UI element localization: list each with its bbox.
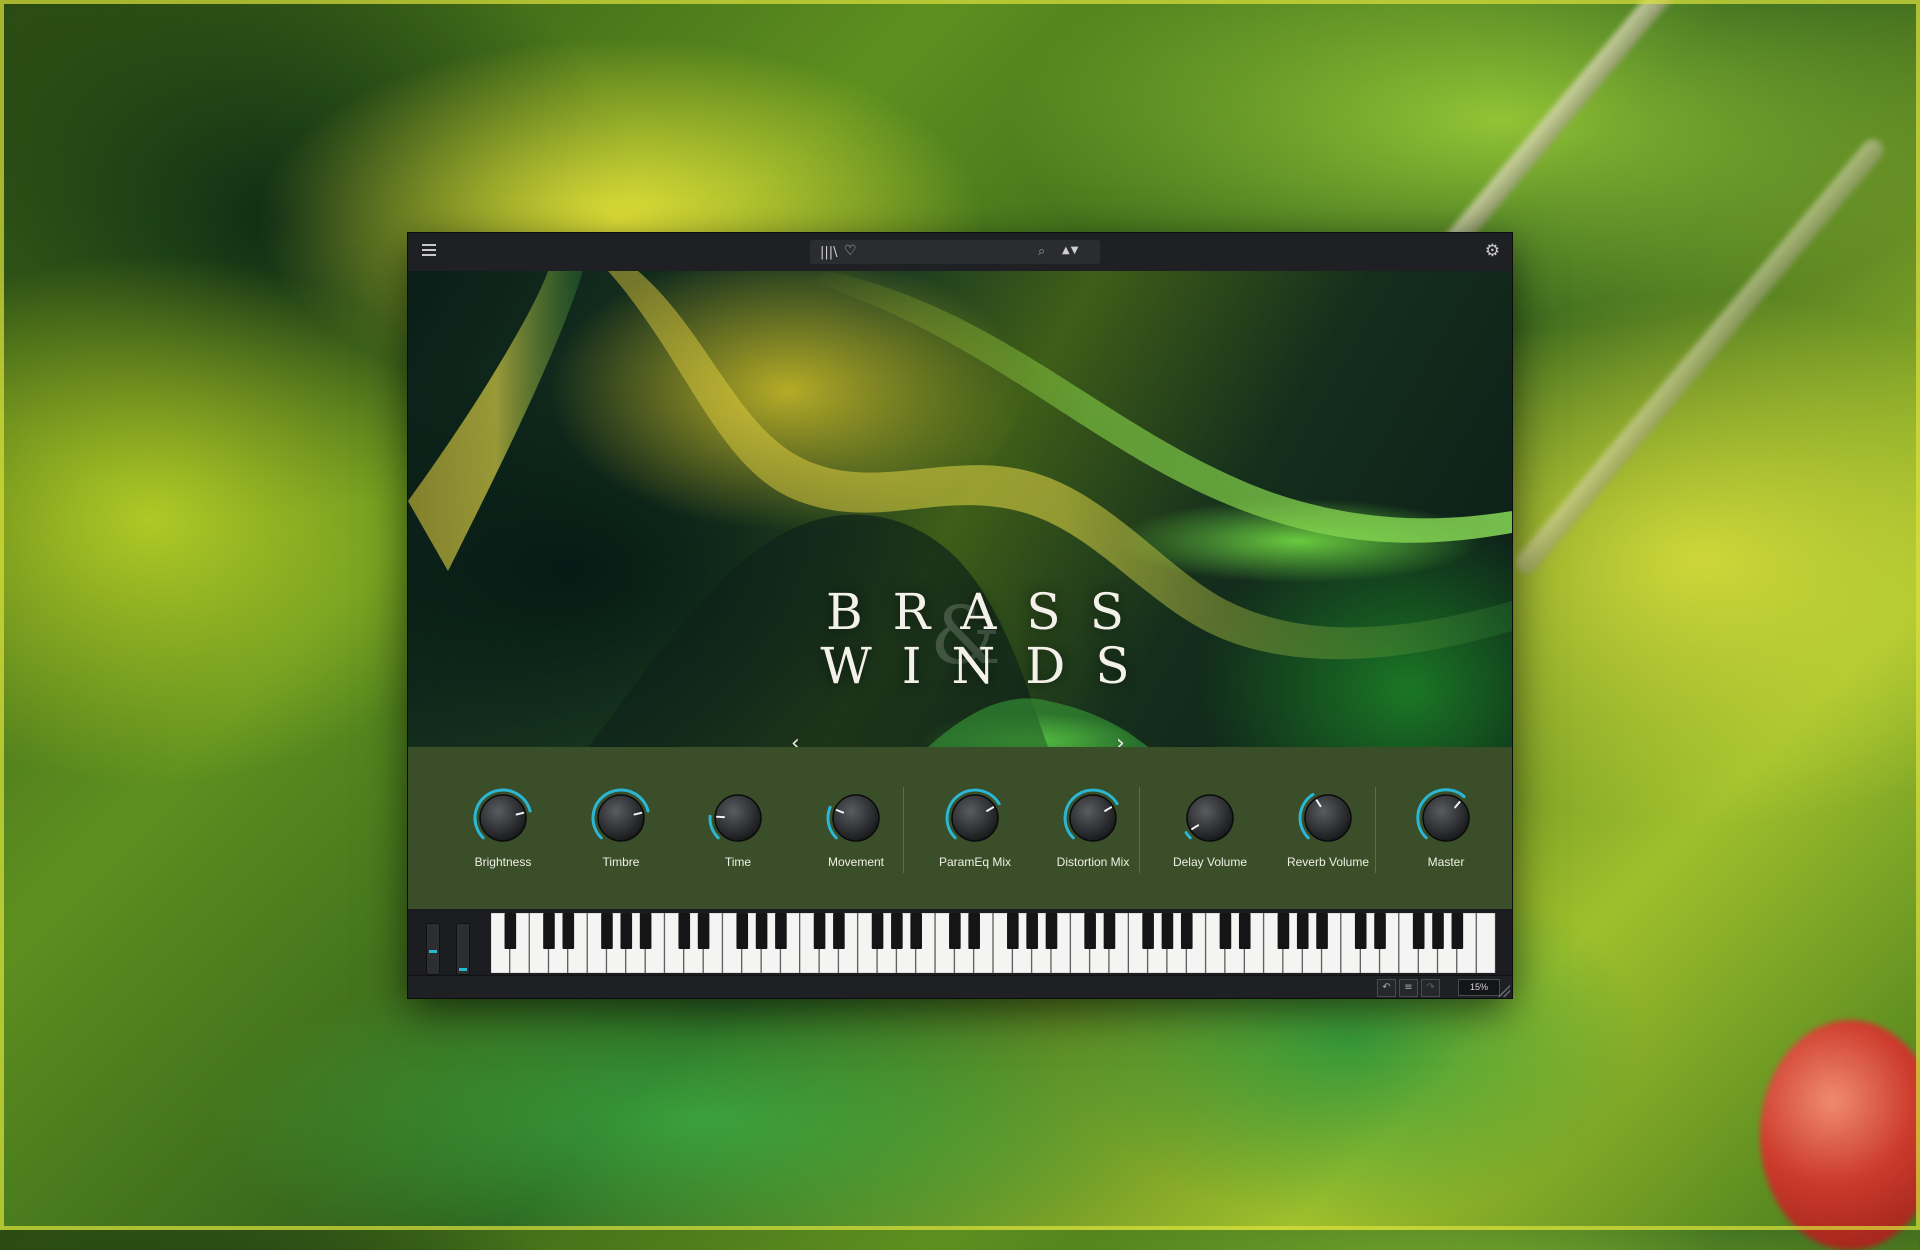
instrument-artwork: & BRASS WINDS ‹ ›	[408, 271, 1512, 747]
black-key[interactable]	[698, 913, 710, 949]
library-icon[interactable]: |||\	[820, 245, 838, 260]
preset-name[interactable]	[866, 245, 1026, 259]
black-key[interactable]	[872, 913, 884, 949]
preset-browser-bar[interactable]: |||\ ♡ ⌕ ▲▼	[810, 240, 1100, 264]
knob-dial[interactable]	[1062, 787, 1124, 849]
black-key[interactable]	[1084, 913, 1096, 949]
knob-label: Timbre	[566, 855, 676, 869]
history-list-icon[interactable]: ≡	[1399, 979, 1418, 997]
title-line-winds: WINDS	[408, 637, 1512, 695]
black-key[interactable]	[640, 913, 652, 949]
status-bar: ↶ ≡ ↷ 15%	[408, 975, 1512, 998]
black-key[interactable]	[1104, 913, 1116, 949]
knob-time[interactable]: Time	[683, 787, 793, 869]
knob-dial[interactable]	[944, 787, 1006, 849]
background-strawberry	[1760, 1020, 1920, 1250]
knob-brightness[interactable]: Brightness	[448, 787, 558, 869]
instrument-title: & BRASS WINDS	[408, 271, 1512, 747]
black-key[interactable]	[1316, 913, 1328, 949]
knob-label: ParamEq Mix	[920, 855, 1030, 869]
black-key[interactable]	[543, 913, 555, 949]
knob-label: Reverb Volume	[1273, 855, 1383, 869]
black-key[interactable]	[1452, 913, 1464, 949]
title-line-brass: BRASS	[408, 583, 1512, 641]
black-key[interactable]	[1413, 913, 1425, 949]
black-key[interactable]	[891, 913, 903, 949]
cpu-meter: 15%	[1458, 979, 1500, 996]
background-straw	[1512, 135, 1889, 578]
mod-wheel[interactable]	[456, 923, 470, 975]
knob-movement[interactable]: Movement	[801, 787, 911, 869]
black-key[interactable]	[1162, 913, 1174, 949]
black-key[interactable]	[505, 913, 517, 949]
black-key[interactable]	[620, 913, 632, 949]
undo-icon[interactable]: ↶	[1377, 979, 1396, 997]
black-key[interactable]	[1142, 913, 1154, 949]
black-key[interactable]	[968, 913, 980, 949]
piano-keyboard[interactable]	[491, 913, 1496, 973]
redo-icon[interactable]: ↷	[1421, 979, 1440, 997]
knob-dial[interactable]	[1297, 787, 1359, 849]
knob-dial[interactable]	[472, 787, 534, 849]
search-icon[interactable]: ⌕	[1038, 244, 1045, 259]
black-key[interactable]	[736, 913, 748, 949]
black-key[interactable]	[1374, 913, 1386, 949]
black-key[interactable]	[1355, 913, 1367, 949]
black-key[interactable]	[775, 913, 787, 949]
knob-label: Time	[683, 855, 793, 869]
panel-divider	[1375, 787, 1376, 873]
black-key[interactable]	[1432, 913, 1444, 949]
next-artwork-arrow-icon[interactable]: ›	[1116, 731, 1125, 747]
black-key[interactable]	[756, 913, 768, 949]
top-toolbar: |||\ ♡ ⌕ ▲▼ ⚙	[408, 233, 1512, 272]
black-key[interactable]	[833, 913, 845, 949]
knob-timbre[interactable]: Timbre	[566, 787, 676, 869]
knob-dial[interactable]	[1179, 787, 1241, 849]
black-key[interactable]	[678, 913, 690, 949]
knob-label: Master	[1391, 855, 1501, 869]
panel-divider	[903, 787, 904, 873]
knob-dial[interactable]	[590, 787, 652, 849]
previous-artwork-arrow-icon[interactable]: ‹	[791, 731, 800, 747]
knob-distortion-mix[interactable]: Distortion Mix	[1038, 787, 1148, 869]
knob-dial[interactable]	[825, 787, 887, 849]
black-key[interactable]	[949, 913, 961, 949]
knob-label: Delay Volume	[1155, 855, 1265, 869]
black-key[interactable]	[1181, 913, 1193, 949]
pitch-wheel[interactable]	[426, 923, 440, 975]
black-key[interactable]	[1007, 913, 1019, 949]
keyboard-section	[408, 909, 1512, 975]
knob-parameq-mix[interactable]: ParamEq Mix	[920, 787, 1030, 869]
black-key[interactable]	[1220, 913, 1232, 949]
resize-grip[interactable]	[1498, 985, 1510, 997]
black-key[interactable]	[1026, 913, 1038, 949]
black-key[interactable]	[601, 913, 613, 949]
heart-icon[interactable]: ♡	[844, 243, 857, 259]
knob-master[interactable]: Master	[1391, 787, 1501, 869]
knob-label: Movement	[801, 855, 911, 869]
white-key[interactable]	[1477, 913, 1495, 973]
black-key[interactable]	[563, 913, 575, 949]
preset-nav-arrows[interactable]: ▲▼	[1062, 245, 1079, 256]
knob-delay-volume[interactable]: Delay Volume	[1155, 787, 1265, 869]
gear-icon[interactable]: ⚙	[1485, 241, 1500, 261]
hamburger-menu-icon[interactable]	[422, 244, 436, 256]
black-key[interactable]	[814, 913, 826, 949]
panel-divider	[1139, 787, 1140, 873]
black-key[interactable]	[1278, 913, 1290, 949]
plugin-window: |||\ ♡ ⌕ ▲▼ ⚙	[408, 233, 1512, 998]
knob-label: Brightness	[448, 855, 558, 869]
knob-dial[interactable]	[707, 787, 769, 849]
black-key[interactable]	[1239, 913, 1251, 949]
macro-controls-panel: Brightness Timbre Time Movement ParamEq Mix D…	[408, 747, 1512, 909]
knob-reverb-volume[interactable]: Reverb Volume	[1273, 787, 1383, 869]
black-key[interactable]	[910, 913, 922, 949]
knob-label: Distortion Mix	[1038, 855, 1148, 869]
knob-dial[interactable]	[1415, 787, 1477, 849]
black-key[interactable]	[1297, 913, 1309, 949]
black-key[interactable]	[1046, 913, 1058, 949]
